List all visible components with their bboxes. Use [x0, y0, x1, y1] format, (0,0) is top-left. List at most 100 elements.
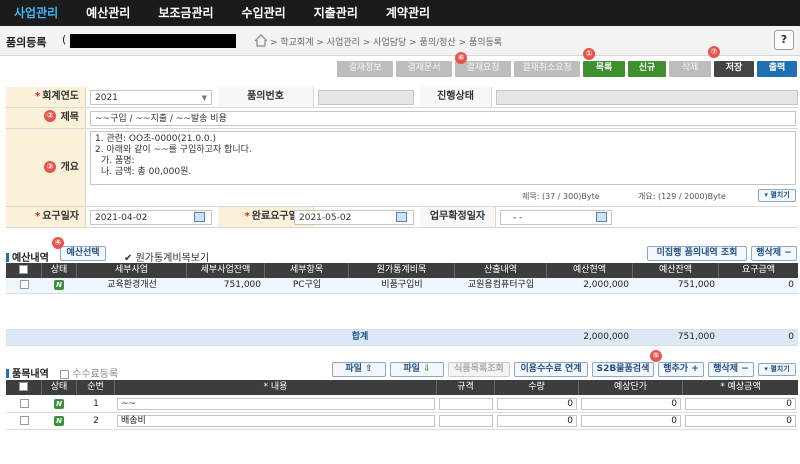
chevron-down-icon: ▾ [764, 191, 768, 199]
request-date-label: * 요구일자 [6, 207, 86, 227]
help-button[interactable]: ? [774, 30, 794, 50]
status-badge: N [54, 396, 64, 413]
spec-input[interactable] [439, 398, 493, 410]
summary-byte-count: 개요: (129 / 2000)Byte [638, 192, 726, 201]
marker-add-row: ⑤ [650, 350, 662, 362]
budget-delete-row-button[interactable]: 행삭제 − [751, 246, 797, 261]
save-button[interactable]: 저장 [714, 61, 754, 77]
total-budget-balance: 751,000 [677, 332, 715, 342]
table-row[interactable]: N 1 ~~ 0 0 0 [6, 396, 798, 413]
budget-total-row: 합계 2,000,000 751,000 0 [6, 330, 798, 346]
file-download-button[interactable]: 파일 ⇩ [390, 362, 444, 377]
marker-save: ⑦ [708, 46, 720, 58]
new-button[interactable]: 신규 [628, 61, 666, 77]
total-request: 0 [788, 332, 794, 342]
expand-summary-button[interactable]: ▾ 펼치기 [758, 189, 796, 202]
top-navigation: 사업관리 예산관리 보조금관리 수입관리 지출관리 계약관리 [0, 0, 800, 26]
items-grid-header: 상태 순번 * 내용 규격 수량 예상단가 * 예상금액 [6, 380, 798, 395]
fiscal-year-select[interactable]: 2021 ▼ [90, 90, 212, 105]
col-amount: * 예상금액 [720, 382, 761, 392]
budget-select-button[interactable]: 예산선택 [60, 246, 106, 261]
content-input[interactable]: 배송비 [117, 415, 435, 427]
status-badge: N [54, 413, 64, 430]
title-paren: ( [62, 33, 67, 46]
subject-input[interactable]: ~~구입 / ~~지출 / ~~발송 비용 [90, 111, 796, 126]
marker-budget-select: ④ [52, 237, 64, 249]
add-row-button[interactable]: 행추가 + [658, 362, 704, 377]
col-budget-balance: 예산잔액 [633, 263, 719, 278]
nav-item-budget[interactable]: 예산관리 [72, 0, 144, 26]
row-checkbox[interactable] [20, 413, 29, 430]
items-delete-row-button[interactable]: 행삭제 − [708, 362, 754, 377]
col-calc: 산출내역 [455, 263, 547, 278]
food-list-button[interactable]: 식품목록조회 [448, 362, 510, 377]
content-input[interactable]: ~~ [117, 398, 435, 410]
row-checkbox[interactable] [20, 278, 29, 293]
amount-input[interactable]: 0 [685, 398, 796, 410]
select-all-checkbox[interactable] [6, 263, 42, 278]
qty-input[interactable]: 0 [497, 415, 577, 427]
col-spec: 규격 [437, 380, 495, 395]
s2b-search-button[interactable]: S2B물품검색 [592, 362, 654, 377]
items-expand-button[interactable]: ▾ 펼치기 [758, 363, 796, 376]
form-row-dates: * 요구일자 2021-04-02 * 완료요구일자 2021-05-02 업무확정… [6, 207, 798, 228]
cell-calc: 교원용컴퓨터구입 [467, 280, 535, 290]
nav-item-revenue[interactable]: 수입관리 [228, 0, 300, 26]
col-status: 상태 [42, 263, 77, 278]
items-section-title: 품목내역 [6, 365, 49, 380]
amount-input[interactable]: 0 [685, 415, 796, 427]
calendar-icon[interactable] [194, 212, 205, 222]
confirm-date-label: 업무확정일자 [420, 207, 496, 227]
chevron-down-icon: ▼ [201, 94, 207, 102]
subject-byte-count: 제목: (37 / 300)Byte [522, 192, 600, 201]
budget-grid-empty [6, 294, 798, 330]
fee-link-button[interactable]: 이용수수료 연계 [514, 362, 588, 377]
file-upload-button[interactable]: 파일 ⇧ [332, 362, 386, 377]
form-row-subject: 제목 ~~구입 / ~~지출 / ~~발송 비용 [6, 108, 798, 129]
status-badge: N [54, 278, 64, 293]
budget-section-title: 예산내역 [6, 249, 49, 264]
approval-cancel-button[interactable]: 결재취소요청 [514, 61, 580, 77]
list-button[interactable]: 목록 [583, 61, 625, 77]
select-all-checkbox[interactable] [6, 380, 42, 395]
form-row-summary: 개요 1. 관련: OO초-0000(21.0.0.) 2. 아래와 같이 ~~… [6, 129, 798, 207]
nav-item-project[interactable]: 사업관리 [0, 0, 72, 26]
cell-project-balance: 751,000 [223, 280, 261, 290]
unexec-pumui-button[interactable]: 미집행 품의내역 조회 [647, 246, 747, 261]
cell-cost-item: 비품구입비 [381, 280, 423, 290]
pumui-no-label: 품의번호 [218, 87, 314, 107]
table-row[interactable]: N 교육환경개선 751,000 PC구입 비품구입비 교원용컴퓨터구입 2,0… [6, 278, 798, 294]
pumui-no-field [318, 90, 414, 105]
print-button[interactable]: 출력 [757, 61, 797, 77]
cell-item: PC구입 [292, 280, 322, 290]
title-bar: 품의등록 ( > 학교회계 > 사업관리 > 사업담당 > 품의/정산 > 품의… [0, 26, 800, 56]
spec-input[interactable] [439, 415, 493, 427]
table-row[interactable]: N 2 배송비 0 0 0 [6, 413, 798, 430]
show-cost-checkbox[interactable]: ✔ 원가통계비목보기 [124, 249, 209, 264]
upload-icon: ⇧ [365, 364, 373, 374]
fiscal-year-label: * 회계연도 [6, 87, 86, 107]
col-budget-amount: 예산현액 [547, 263, 633, 278]
home-icon[interactable] [254, 34, 268, 47]
approval-doc-button[interactable]: 결재문서 [396, 61, 452, 77]
fee-register-checkbox[interactable]: 수수료등록 [60, 365, 118, 380]
nav-item-contract[interactable]: 계약관리 [372, 0, 444, 26]
col-status: 상태 [42, 380, 77, 395]
marker-approval: ⑥ [455, 52, 467, 64]
row-checkbox[interactable] [20, 396, 29, 413]
summary-textarea[interactable]: 1. 관련: OO초-0000(21.0.0.) 2. 아래와 같이 ~~를 구… [90, 131, 796, 185]
col-item: 세부항목 [265, 263, 349, 278]
total-budget-amount: 2,000,000 [583, 332, 629, 342]
total-label: 합계 [351, 332, 369, 342]
price-input[interactable]: 0 [581, 398, 681, 410]
qty-input[interactable]: 0 [497, 398, 577, 410]
calendar-icon[interactable] [596, 212, 607, 222]
approval-info-button[interactable]: 결재정보 [337, 61, 393, 77]
nav-item-subsidy[interactable]: 보조금관리 [144, 0, 227, 26]
price-input[interactable]: 0 [581, 415, 681, 427]
calendar-icon[interactable] [396, 212, 407, 222]
minus-icon: − [784, 248, 792, 258]
col-cost-item: 원가통계비목 [349, 263, 455, 278]
nav-item-expense[interactable]: 지출관리 [300, 0, 372, 26]
delete-button[interactable]: 삭제 [669, 61, 711, 77]
